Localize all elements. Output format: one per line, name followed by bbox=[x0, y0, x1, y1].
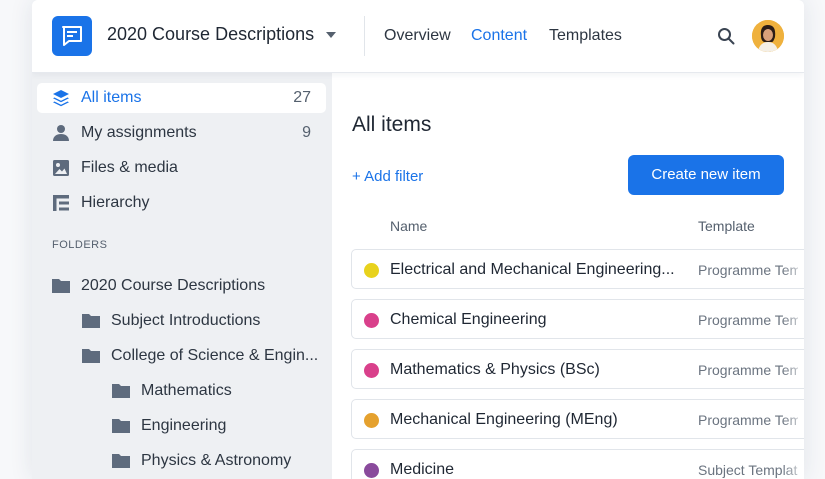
sidebar-item-label: My assignments bbox=[81, 124, 197, 141]
tab-content[interactable]: Content bbox=[471, 27, 527, 45]
table-row[interactable]: Mathematics & Physics (BSc) Programme Te… bbox=[351, 349, 804, 389]
sidebar-item-label: Hierarchy bbox=[81, 194, 150, 211]
sidebar-item-all-items[interactable]: All items 27 bbox=[37, 83, 326, 113]
avatar-portrait-icon bbox=[752, 20, 784, 52]
folder-label: Mathematics bbox=[141, 382, 232, 399]
sidebar-item-count: 27 bbox=[293, 89, 311, 106]
item-name: Medicine bbox=[390, 461, 455, 478]
sidebar-item-label: Files & media bbox=[81, 159, 178, 176]
column-header-template[interactable]: Template bbox=[698, 218, 755, 234]
folder-icon bbox=[112, 419, 130, 433]
app-window: 2020 Course Descriptions Overview Conten… bbox=[32, 0, 804, 479]
item-name: Chemical Engineering bbox=[390, 311, 547, 328]
tab-templates[interactable]: Templates bbox=[549, 27, 622, 45]
status-dot bbox=[364, 263, 379, 278]
table-row[interactable]: Medicine Subject Template bbox=[351, 449, 804, 479]
layers-icon bbox=[53, 90, 69, 107]
folder-label: Engineering bbox=[141, 417, 227, 434]
status-dot bbox=[364, 313, 379, 328]
folder-icon bbox=[82, 349, 100, 363]
item-name: Electrical and Mechanical Engineering... bbox=[390, 261, 675, 278]
create-new-item-button[interactable]: Create new item bbox=[628, 155, 784, 195]
document-chat-icon bbox=[62, 26, 82, 46]
row-fade bbox=[782, 450, 804, 479]
sidebar: All items 27 My assignments 9 Files & me… bbox=[32, 73, 332, 479]
header-divider bbox=[364, 16, 365, 56]
folder-icon bbox=[112, 384, 130, 398]
folder-icon bbox=[82, 314, 100, 328]
top-header: 2020 Course Descriptions Overview Conten… bbox=[32, 0, 804, 73]
row-fade bbox=[782, 350, 804, 388]
table-row[interactable]: Mechanical Engineering (MEng) Programme … bbox=[351, 399, 804, 439]
sidebar-item-hierarchy[interactable]: Hierarchy bbox=[37, 188, 326, 218]
folder-icon bbox=[112, 454, 130, 468]
sidebar-item-my-assignments[interactable]: My assignments 9 bbox=[37, 118, 326, 148]
sidebar-item-label: All items bbox=[81, 89, 142, 106]
item-name: Mathematics & Physics (BSc) bbox=[390, 361, 600, 378]
folder-icon bbox=[52, 279, 70, 293]
folder-label: College of Science & Engin... bbox=[111, 347, 319, 364]
status-dot bbox=[364, 413, 379, 428]
row-fade bbox=[782, 250, 804, 288]
status-dot bbox=[364, 463, 379, 478]
table-row[interactable]: Electrical and Mechanical Engineering...… bbox=[351, 249, 804, 289]
table-row[interactable]: Chemical Engineering Programme Template bbox=[351, 299, 804, 339]
row-fade bbox=[782, 300, 804, 338]
tab-overview[interactable]: Overview bbox=[384, 27, 451, 45]
person-icon bbox=[53, 125, 69, 141]
status-dot bbox=[364, 363, 379, 378]
app-logo[interactable] bbox=[52, 16, 92, 56]
page-title: All items bbox=[352, 113, 432, 136]
hierarchy-icon bbox=[53, 195, 69, 211]
folder-label: Subject Introductions bbox=[111, 312, 261, 329]
folder-label: Physics & Astronomy bbox=[141, 452, 292, 469]
caret-down-icon[interactable] bbox=[326, 32, 336, 38]
main-content: All items + Add filter Create new item N… bbox=[332, 73, 804, 479]
folder-label: 2020 Course Descriptions bbox=[81, 277, 266, 294]
item-name: Mechanical Engineering (MEng) bbox=[390, 411, 618, 428]
column-header-name[interactable]: Name bbox=[390, 218, 427, 234]
sidebar-item-count: 9 bbox=[302, 124, 311, 141]
search-icon[interactable] bbox=[717, 27, 735, 45]
user-avatar[interactable] bbox=[752, 20, 784, 52]
image-icon bbox=[53, 160, 69, 176]
folders-heading: FOLDERS bbox=[52, 239, 108, 251]
row-fade bbox=[782, 400, 804, 438]
add-filter-link[interactable]: + Add filter bbox=[352, 168, 423, 185]
project-title[interactable]: 2020 Course Descriptions bbox=[107, 24, 314, 45]
sidebar-item-files-media[interactable]: Files & media bbox=[37, 153, 326, 183]
